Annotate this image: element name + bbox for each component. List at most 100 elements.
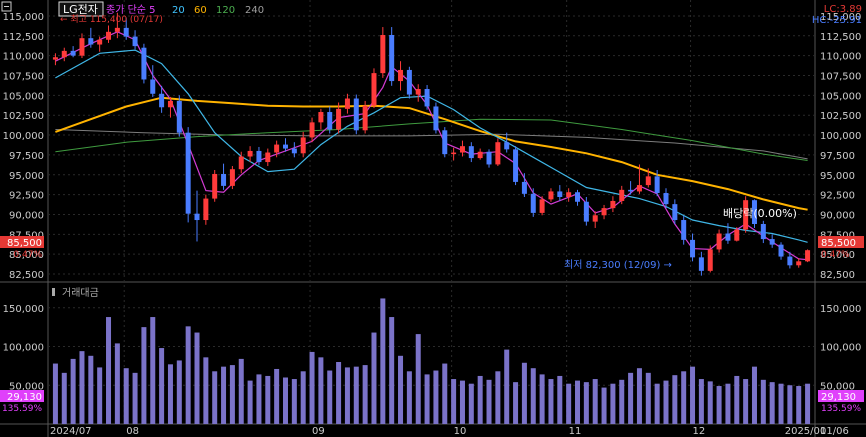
price-tick-left: 82,500 bbox=[9, 270, 44, 281]
volume-bar bbox=[725, 383, 731, 424]
price-tick-right: 100,000 bbox=[820, 131, 861, 142]
dividend-annotation: 배당락(0.00%) bbox=[723, 207, 797, 220]
volume-bar bbox=[707, 381, 713, 424]
volume-ratio-right: 135.59% bbox=[821, 404, 861, 414]
candle-body bbox=[707, 249, 713, 271]
volume-bar bbox=[424, 374, 430, 424]
candle-body bbox=[256, 150, 262, 163]
volume-bar bbox=[132, 372, 138, 424]
volume-bar bbox=[698, 379, 704, 424]
candle-body bbox=[300, 137, 306, 154]
price-tick-left: 105,000 bbox=[3, 91, 44, 102]
ma-legend-item: 240 bbox=[245, 5, 264, 16]
price-tick-right: 90,000 bbox=[820, 210, 855, 221]
volume-bar bbox=[486, 379, 492, 424]
current-price-right: 85,500 bbox=[821, 238, 856, 249]
volume-bar bbox=[787, 385, 793, 424]
price-tick-left: 92,500 bbox=[9, 191, 44, 202]
volume-tick-left: 100,000 bbox=[3, 343, 44, 354]
price-tick-left: 107,500 bbox=[3, 72, 44, 83]
volume-bar bbox=[442, 363, 448, 424]
price-tick-right: 97,500 bbox=[820, 151, 855, 162]
ma-legend-item: 20 bbox=[172, 5, 185, 16]
volume-bar bbox=[52, 363, 58, 424]
lc-value: LC:3.89 bbox=[824, 4, 862, 15]
candle-body bbox=[265, 152, 271, 163]
volume-bar bbox=[459, 380, 465, 424]
volume-bar bbox=[477, 375, 483, 424]
volume-bar bbox=[504, 349, 510, 424]
candle-body bbox=[698, 257, 704, 271]
candle-body bbox=[106, 31, 112, 40]
candle-body bbox=[601, 208, 607, 216]
volume-bar bbox=[79, 351, 85, 424]
candle-body bbox=[185, 132, 191, 214]
volume-bar bbox=[185, 326, 191, 424]
x-tick-label: 11 bbox=[569, 426, 582, 437]
volume-bar bbox=[300, 371, 306, 424]
volume-bar bbox=[716, 386, 722, 424]
volume-bar bbox=[548, 379, 554, 424]
volume-bar bbox=[495, 371, 501, 424]
candle-body bbox=[318, 112, 324, 123]
volume-bar bbox=[513, 382, 519, 424]
price-tick-right: 92,500 bbox=[820, 191, 855, 202]
candle-body bbox=[52, 57, 58, 60]
volume-bar bbox=[150, 317, 156, 424]
volume-bar bbox=[336, 362, 342, 424]
volume-bar bbox=[238, 358, 244, 424]
candle-body bbox=[477, 151, 483, 159]
candle-body bbox=[433, 106, 439, 131]
candle-body bbox=[88, 38, 94, 45]
volume-bar bbox=[610, 383, 616, 424]
candle-body bbox=[769, 239, 775, 245]
volume-bar bbox=[318, 357, 324, 424]
price-tick-right: 107,500 bbox=[820, 72, 861, 83]
volume-tick-right: 150,000 bbox=[820, 304, 861, 315]
candle-body bbox=[530, 193, 536, 213]
volume-bar bbox=[663, 380, 669, 424]
candle-body bbox=[150, 79, 156, 94]
candle-body bbox=[805, 250, 811, 262]
stock-chart[interactable]: 115,000 115,000112,500 112,500110,000 110,0… bbox=[0, 0, 866, 437]
volume-bar bbox=[221, 366, 227, 424]
candle-body bbox=[451, 152, 457, 155]
candle-body bbox=[132, 36, 138, 47]
volume-bar bbox=[601, 387, 607, 424]
volume-bar bbox=[309, 351, 315, 424]
volume-bar bbox=[274, 368, 280, 424]
price-tick-left: 95,000 bbox=[9, 171, 44, 182]
x-tick-label: 10 bbox=[454, 426, 467, 437]
volume-bar bbox=[751, 366, 757, 424]
price-tick-left: 110,000 bbox=[3, 52, 44, 63]
volume-bar bbox=[97, 367, 103, 424]
candle-body bbox=[362, 105, 368, 131]
candle-body bbox=[459, 146, 465, 153]
volume-bar bbox=[530, 368, 536, 424]
volume-bar bbox=[265, 375, 271, 424]
price-tick-right: 82,500 bbox=[820, 270, 855, 281]
price-tick-right: 95,000 bbox=[820, 171, 855, 182]
candle-body bbox=[406, 69, 412, 95]
candle-body bbox=[495, 142, 501, 165]
x-tick-label: 09 bbox=[312, 426, 325, 437]
hc-value: HC:-25.91 bbox=[812, 15, 862, 26]
volume-bar bbox=[415, 334, 421, 424]
candle-body bbox=[353, 98, 359, 131]
volume-bar bbox=[769, 382, 775, 424]
volume-bar bbox=[70, 358, 76, 424]
candle-body bbox=[61, 50, 67, 58]
candle-body bbox=[97, 39, 103, 45]
ma-legend-item: 60 bbox=[194, 5, 207, 16]
candle-body bbox=[548, 191, 554, 200]
volume-bar bbox=[654, 383, 660, 424]
candle-body bbox=[663, 193, 669, 205]
volume-bar bbox=[159, 348, 165, 424]
volume-bar bbox=[203, 357, 209, 424]
candle-body bbox=[539, 199, 545, 213]
candle-body bbox=[221, 173, 227, 186]
volume-bar bbox=[681, 371, 687, 424]
volume-bar bbox=[88, 355, 94, 424]
candle-body bbox=[778, 244, 784, 257]
volume-bar bbox=[521, 362, 527, 424]
